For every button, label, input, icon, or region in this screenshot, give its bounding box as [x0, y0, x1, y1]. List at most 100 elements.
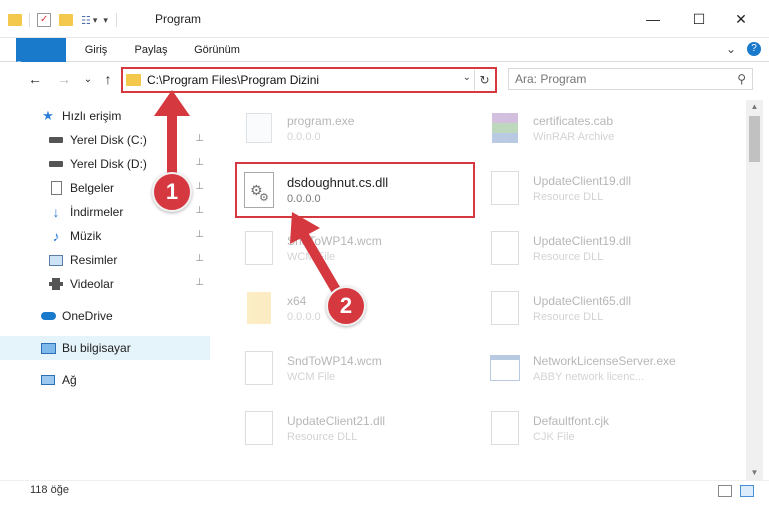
sidebar-item-videos[interactable]: Videolar ⊥ [0, 272, 210, 296]
highlighted-file-item[interactable]: ⚙ ⚙ dsdoughnut.cs.dll 0.0.0.0 [235, 162, 475, 218]
folder-icon [237, 285, 281, 331]
sidebar-item-label: İndirmeler [70, 205, 124, 219]
file-icon [237, 345, 281, 391]
pin-icon[interactable]: ⊥ [195, 181, 204, 192]
file-detail: WCM File [287, 250, 336, 263]
chevron-down-icon[interactable]: ▾ [93, 15, 98, 26]
file-name: dsdoughnut.cs.dll [287, 175, 389, 190]
refresh-button[interactable]: ↻ [474, 70, 494, 90]
file-list: program.exe 0.0.0.0 certificates.cab Win… [215, 100, 745, 480]
drive-icon [48, 156, 64, 172]
file-item[interactable]: UpdateClient19.dll Resource DLL [483, 220, 723, 276]
app-window-icon [483, 345, 527, 391]
close-button[interactable]: ✕ [718, 0, 764, 38]
sidebar-item-label: Yerel Disk (C:) [70, 133, 147, 147]
sidebar-item-label: Ağ [62, 373, 77, 387]
expand-ribbon-icon[interactable]: ⌄ [726, 42, 736, 56]
file-item[interactable]: UpdateClient65.dll Resource DLL [483, 280, 723, 336]
maximize-button[interactable]: ☐ [676, 0, 722, 38]
ribbon-tabs: Dosya Giriş Paylaş Görünüm ⌄ ? [0, 38, 769, 94]
recent-locations-button[interactable]: ⌄ [77, 68, 99, 90]
details-view-icon[interactable] [718, 485, 732, 497]
qat-menu-icon[interactable]: ▾ [103, 15, 108, 26]
file-name: certificates.cab [533, 113, 614, 128]
file-detail: Resource DLL [287, 430, 358, 443]
file-detail: Resource DLL [533, 310, 604, 323]
scroll-down-icon[interactable]: ▼ [746, 466, 763, 480]
sidebar-item-this-pc[interactable]: Bu bilgisayar [0, 336, 210, 360]
navigation-pane: ★ Hızlı erişim Yerel Disk (C:) ⊥ Yerel D… [0, 100, 210, 480]
address-path[interactable]: C:\Program Files\Program Dizini [147, 73, 319, 87]
cloud-icon [40, 308, 56, 324]
file-item[interactable]: certificates.cab WinRAR Archive [483, 100, 723, 156]
file-detail: 0.0.0.0 [287, 130, 321, 143]
sidebar-item-label: Hızlı erişim [62, 109, 122, 123]
file-name: SndToWP14.wcm [287, 353, 382, 368]
address-dropdown-icon[interactable]: ⌄ [463, 72, 471, 83]
tab-share[interactable]: Paylaş [126, 38, 176, 62]
search-icon[interactable]: ⚲ [737, 72, 746, 86]
file-detail: WCM File [287, 370, 336, 383]
pin-icon[interactable]: ⊥ [195, 253, 204, 264]
customize-view-icon[interactable]: ☷ [81, 14, 91, 27]
file-detail: 0.0.0.0 [287, 193, 321, 205]
quick-access-toolbar: ✓ ☷ ▾ ▾ [8, 10, 117, 30]
tab-view[interactable]: Görünüm [186, 38, 248, 62]
minimize-button[interactable]: — [630, 0, 676, 38]
computer-icon [40, 340, 56, 356]
status-bar: 118 öğe [0, 480, 769, 516]
file-detail: WinRAR Archive [533, 130, 615, 143]
file-icon [483, 405, 527, 451]
sidebar-item-label: Resimler [70, 253, 118, 267]
tab-home[interactable]: Giriş [76, 38, 116, 62]
pin-icon[interactable]: ⊥ [195, 157, 204, 168]
file-name: NetworkLicenseServer.exe [533, 353, 676, 368]
file-item[interactable]: SndToWP14.wcm WCM File [237, 340, 477, 396]
pin-icon[interactable]: ⊥ [195, 277, 204, 288]
sidebar-item-music[interactable]: ♪ Müzik ⊥ [0, 224, 210, 248]
up-button[interactable]: ↑ [97, 68, 119, 90]
file-name: Defaultfont.cjk [533, 413, 610, 428]
forward-button[interactable]: → [53, 68, 75, 90]
file-item[interactable]: UpdateClient19.dll Resource DLL [483, 160, 723, 216]
pictures-icon [48, 252, 64, 268]
sidebar-item-label: Belgeler [70, 181, 115, 195]
help-icon[interactable]: ? [747, 42, 761, 56]
sidebar-item-onedrive[interactable]: OneDrive [0, 304, 210, 328]
back-button[interactable]: ← [24, 68, 46, 90]
search-input[interactable] [515, 69, 725, 89]
file-name: SndToWP14.wcm [287, 233, 382, 248]
vertical-scrollbar[interactable]: ▲ ▼ [746, 100, 763, 480]
file-name: UpdateClient21.dll [287, 413, 386, 428]
sidebar-item-pictures[interactable]: Resimler ⊥ [0, 248, 210, 272]
large-icons-view-icon[interactable] [740, 485, 754, 497]
title-bar: ✓ ☷ ▾ ▾ Program — ☐ ✕ [0, 0, 769, 38]
file-item[interactable]: Defaultfont.cjk CJK File [483, 400, 723, 456]
file-item[interactable]: NetworkLicenseServer.exe ABBY network li… [483, 340, 723, 396]
dll-gear-icon [483, 165, 527, 211]
sidebar-item-quick-access[interactable]: ★ Hızlı erişim [0, 104, 210, 128]
sidebar-item-label: Müzik [70, 229, 102, 243]
search-box[interactable]: ⚲ [508, 68, 753, 90]
pin-icon[interactable]: ⊥ [195, 133, 204, 144]
file-name: UpdateClient65.dll [533, 293, 632, 308]
archive-icon [483, 105, 527, 151]
file-item[interactable]: UpdateClient21.dll Resource DLL [237, 400, 477, 456]
window-title: Program [155, 12, 202, 26]
separator [115, 13, 117, 27]
file-item[interactable]: SndToWP14.wcm WCM File [237, 220, 477, 276]
sidebar-item-label: Yerel Disk (D:) [70, 157, 147, 171]
file-icon [237, 225, 281, 271]
properties-icon[interactable]: ✓ [37, 13, 51, 27]
address-bar[interactable]: C:\Program Files\Program Dizini ⌄ ↻ [121, 67, 497, 93]
file-item[interactable]: program.exe 0.0.0.0 [237, 100, 477, 156]
scrollbar-thumb[interactable] [749, 116, 760, 162]
dll-gear-icon: ⚙ ⚙ [237, 167, 281, 213]
scroll-up-icon[interactable]: ▲ [746, 100, 763, 114]
pin-icon[interactable]: ⊥ [195, 229, 204, 240]
navigation-bar: ← → ⌄ ↑ C:\Program Files\Program Dizini … [0, 62, 769, 96]
pin-icon[interactable]: ⊥ [195, 205, 204, 216]
sidebar-item-network[interactable]: Ağ [0, 368, 210, 392]
sidebar-item-drive-c[interactable]: Yerel Disk (C:) ⊥ [0, 128, 210, 152]
new-folder-icon[interactable] [59, 14, 73, 26]
